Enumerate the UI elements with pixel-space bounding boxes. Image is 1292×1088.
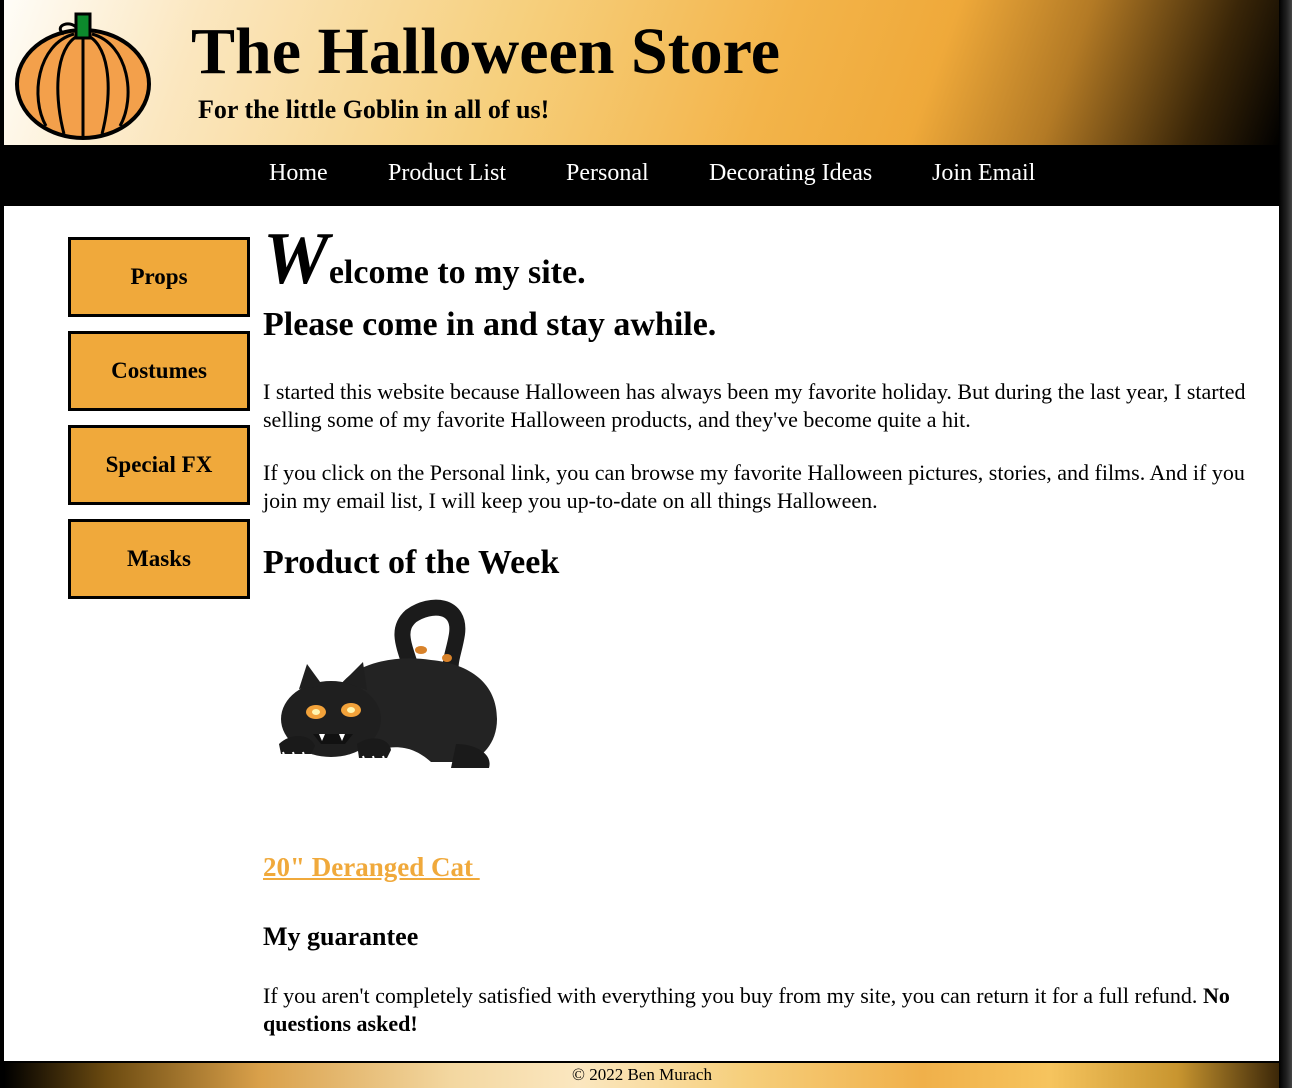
- site-header: The Halloween Store For the little Gobli…: [4, 0, 1280, 145]
- copyright-text: © 2022 Ben Murach: [572, 1065, 712, 1084]
- nav-home-link[interactable]: Home: [269, 160, 328, 187]
- nav-decorating-ideas-link[interactable]: Decorating Ideas: [709, 160, 872, 187]
- pumpkin-icon: [15, 12, 151, 140]
- product-of-week-heading: Product of the Week: [263, 544, 560, 581]
- page: The Halloween Store For the little Gobli…: [3, 0, 1280, 1088]
- guarantee-paragraph: If you aren't completely satisfied with …: [263, 982, 1275, 1038]
- site-title: The Halloween Store: [191, 15, 781, 88]
- product-link[interactable]: 20" Deranged Cat: [263, 852, 480, 883]
- welcome-heading-text: elcome to my site.: [328, 254, 586, 291]
- main-nav: Home Product List Personal Decorating Id…: [4, 145, 1280, 206]
- nav-personal-link[interactable]: Personal: [566, 160, 649, 187]
- guarantee-heading: My guarantee: [263, 922, 419, 951]
- personal-paragraph: If you click on the Personal link, you c…: [263, 460, 1245, 513]
- intro-paragraph: I started this website because Halloween…: [263, 379, 1246, 432]
- site-footer: © 2022 Ben Murach: [4, 1061, 1280, 1088]
- welcome-heading: Welcome to my site.: [263, 222, 586, 296]
- deranged-cat-image[interactable]: [271, 594, 507, 774]
- nav-product-list-link[interactable]: Product List: [388, 160, 506, 187]
- sidebar-item-props[interactable]: Props: [68, 237, 250, 317]
- site-tagline: For the little Goblin in all of us!: [198, 95, 550, 124]
- nav-join-email-link[interactable]: Join Email: [932, 160, 1035, 187]
- sidebar-item-masks[interactable]: Masks: [68, 519, 250, 599]
- welcome-dropcap: W: [263, 218, 329, 300]
- guarantee-text: If you aren't completely satisfied with …: [263, 983, 1203, 1008]
- sidebar-item-special-fx[interactable]: Special FX: [68, 425, 250, 505]
- page-shadow: [1279, 0, 1292, 1088]
- sidebar-item-costumes[interactable]: Costumes: [68, 331, 250, 411]
- welcome-subheading: Please come in and stay awhile.: [263, 306, 717, 343]
